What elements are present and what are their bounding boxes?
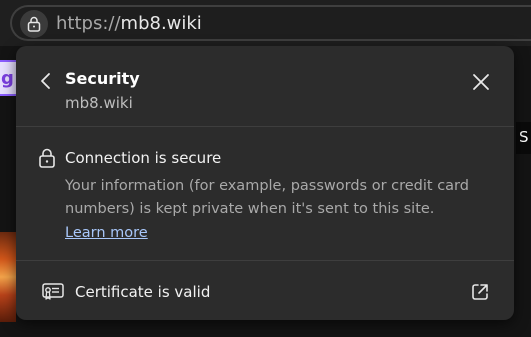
security-panel: Security mb8.wiki Connection is secure Y…: [16, 46, 514, 320]
divider: [16, 126, 514, 127]
background-right-fragment: S: [516, 122, 531, 154]
background-art-fragment: [0, 232, 16, 322]
connection-description: Your information (for example, passwords…: [65, 178, 469, 217]
lock-icon: [39, 148, 55, 168]
certificate-row[interactable]: Certificate is valid: [75, 283, 210, 301]
panel-site: mb8.wiki: [65, 94, 133, 112]
chevron-left-icon[interactable]: [38, 72, 54, 90]
close-icon[interactable]: [471, 72, 491, 92]
divider: [16, 260, 514, 261]
connection-status: Connection is secure: [65, 149, 222, 167]
lock-icon: [27, 16, 41, 32]
panel-title: Security: [65, 69, 140, 88]
learn-more-link[interactable]: Learn more: [65, 225, 148, 241]
site-info-button[interactable]: [20, 10, 48, 38]
address-bar: https://mb8.wiki: [0, 0, 531, 46]
url-text[interactable]: https://mb8.wiki: [56, 13, 202, 35]
certificate-icon: [42, 283, 64, 300]
external-link-icon[interactable]: [470, 282, 490, 302]
